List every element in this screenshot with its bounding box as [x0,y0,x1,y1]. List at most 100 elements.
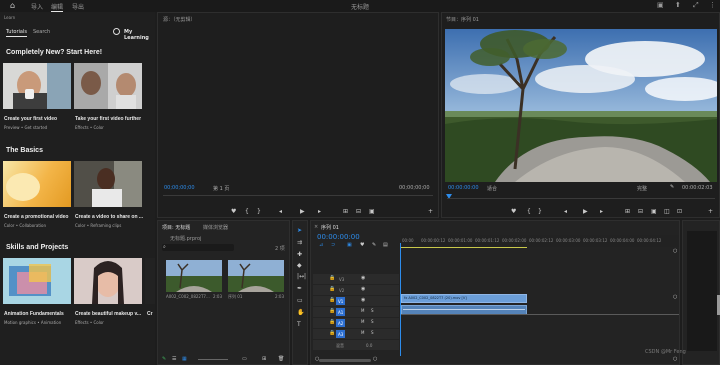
captions-icon[interactable]: ▤ [383,242,388,248]
zoom-handle-icon[interactable]: ○ [315,356,319,362]
tutorial-thumbnail[interactable] [3,161,71,207]
export-frame-icon[interactable]: ▣ [369,208,375,215]
play-icon[interactable]: ▶ [300,208,305,215]
step-back-icon[interactable]: ◂ [279,208,282,215]
source-page-select[interactable]: 第 1 页 [213,185,229,192]
mute-icon[interactable]: M [361,319,364,324]
master-volume[interactable]: 0.0 [366,343,372,348]
card-title[interactable]: Animation Fundamentals [4,311,74,317]
zoom-handle-icon[interactable]: ○ [373,356,377,362]
lock-icon[interactable]: 🔒 [329,297,335,303]
play-icon[interactable]: ▶ [583,208,588,215]
marker-icon[interactable]: ♥ [231,208,236,215]
program-timecode[interactable]: 00:00:00:00 [448,185,479,191]
card-title[interactable]: Create your first video [4,116,74,122]
slip-tool-icon[interactable]: |↔| [297,273,306,280]
pencil-icon[interactable]: ✎ [162,356,166,362]
eye-icon[interactable]: ◉ [361,286,365,292]
card-title[interactable]: Cr [147,311,155,317]
mark-in-icon[interactable]: { [245,208,249,215]
card-title[interactable]: Take your first video further [75,116,145,122]
new-item-icon[interactable]: ⊞ [262,356,266,362]
tutorial-thumbnail[interactable] [74,258,142,304]
search-input[interactable] [162,244,234,251]
workspaces-icon[interactable]: ▣ [657,1,664,9]
track-select-icon[interactable]: ⇉ [297,239,302,246]
close-icon[interactable]: × [314,224,318,230]
rectangle-tool-icon[interactable]: ▭ [297,297,303,304]
marker-icon[interactable]: ♥ [511,208,516,215]
source-scrubber[interactable] [163,195,433,196]
scroll-handle-icon[interactable]: ○ [673,356,677,362]
resolution-select[interactable]: 完整 [637,185,647,192]
mark-out-icon[interactable]: } [538,208,542,215]
insert-icon[interactable]: ⊞ [343,208,348,215]
icon-view-icon[interactable]: ▦ [182,356,187,362]
work-area-bar[interactable] [401,247,527,248]
selection-tool-icon[interactable]: ➤ [297,227,302,234]
export-frame-icon[interactable]: ▣ [651,208,657,215]
mark-in-icon[interactable]: { [527,208,531,215]
timeline-scrollbar[interactable] [319,359,371,362]
my-learning-link[interactable]: My Learning [124,29,155,41]
hand-tool-icon[interactable]: ✋ [297,309,304,316]
tab-media-browser[interactable]: 媒体浏览器 [203,224,228,231]
linked-icon[interactable]: ▣ [347,242,352,248]
tutorial-thumbnail[interactable] [74,161,142,207]
step-forward-icon[interactable]: ▸ [600,208,603,215]
compare-icon[interactable]: ◫ [664,208,670,215]
tab-export[interactable]: 导出 [72,2,84,11]
snap-icon[interactable]: ⊃ [331,242,335,248]
type-tool-icon[interactable]: T [297,321,301,328]
card-title[interactable]: Create beautiful makeup v... [75,311,145,317]
list-view-icon[interactable]: ☰ [172,356,176,362]
solo-icon[interactable]: S [371,330,374,335]
tab-project[interactable]: 项目: 无标题 [162,224,190,231]
lock-icon[interactable]: 🔒 [329,308,335,314]
pen-tool-icon[interactable]: ✒ [297,285,302,292]
eye-icon[interactable]: ◉ [361,275,365,281]
mark-out-icon[interactable]: } [257,208,261,215]
lock-icon[interactable]: 🔒 [329,319,335,325]
lock-icon[interactable]: 🔒 [329,330,335,336]
nest-icon[interactable]: ⊿ [319,242,323,248]
card-title[interactable]: Create a video to share on ... [75,214,145,220]
eye-icon[interactable]: ◉ [361,297,365,303]
step-forward-icon[interactable]: ▸ [318,208,321,215]
source-timecode-in[interactable]: 00;00;00;00 [164,185,195,191]
tutorial-thumbnail[interactable] [74,63,142,109]
razor-icon[interactable]: ◆ [297,262,302,269]
mute-icon[interactable]: M [361,308,364,313]
delete-icon[interactable]: 🗑 [278,356,284,362]
scroll-handle-icon[interactable]: ○ [673,248,677,254]
marker-icon[interactable]: ♥ [360,242,364,248]
menu-icon[interactable]: ⋮ [709,1,716,9]
extract-icon[interactable]: ⊟ [638,208,643,215]
program-scrubber[interactable] [447,198,715,199]
ripple-edit-icon[interactable]: ✚ [297,251,302,258]
settings-icon[interactable]: ⊡ [677,208,682,215]
overwrite-icon[interactable]: ⊟ [356,208,361,215]
home-icon[interactable]: ⌂ [10,1,15,10]
mute-icon[interactable]: M [361,330,364,335]
timeline-tab[interactable]: 序列 01 [321,224,339,231]
wrench-icon[interactable]: ✎ [372,242,376,248]
search-icon[interactable]: ⌕ [163,244,166,250]
lock-icon[interactable]: 🔒 [329,275,335,281]
solo-icon[interactable]: S [371,308,374,313]
lift-icon[interactable]: ⊞ [625,208,630,215]
lock-icon[interactable]: 🔒 [329,286,335,292]
tutorial-thumbnail[interactable] [3,63,71,109]
tutorial-thumbnail[interactable] [145,258,155,304]
tab-import[interactable]: 导入 [31,2,43,11]
quick-export-icon[interactable]: ⬆ [675,1,681,9]
tutorial-thumbnail[interactable] [3,258,71,304]
card-title[interactable]: Create a promotional video [4,214,74,220]
zoom-slider[interactable] [198,359,228,360]
add-button-icon[interactable]: + [708,208,713,215]
solo-icon[interactable]: S [371,319,374,324]
timeline-timecode[interactable]: 00:00:00:00 [317,233,360,241]
zoom-select[interactable]: 适合 [487,185,497,192]
step-back-icon[interactable]: ◂ [564,208,567,215]
wrench-icon[interactable]: ✎ [670,184,674,190]
